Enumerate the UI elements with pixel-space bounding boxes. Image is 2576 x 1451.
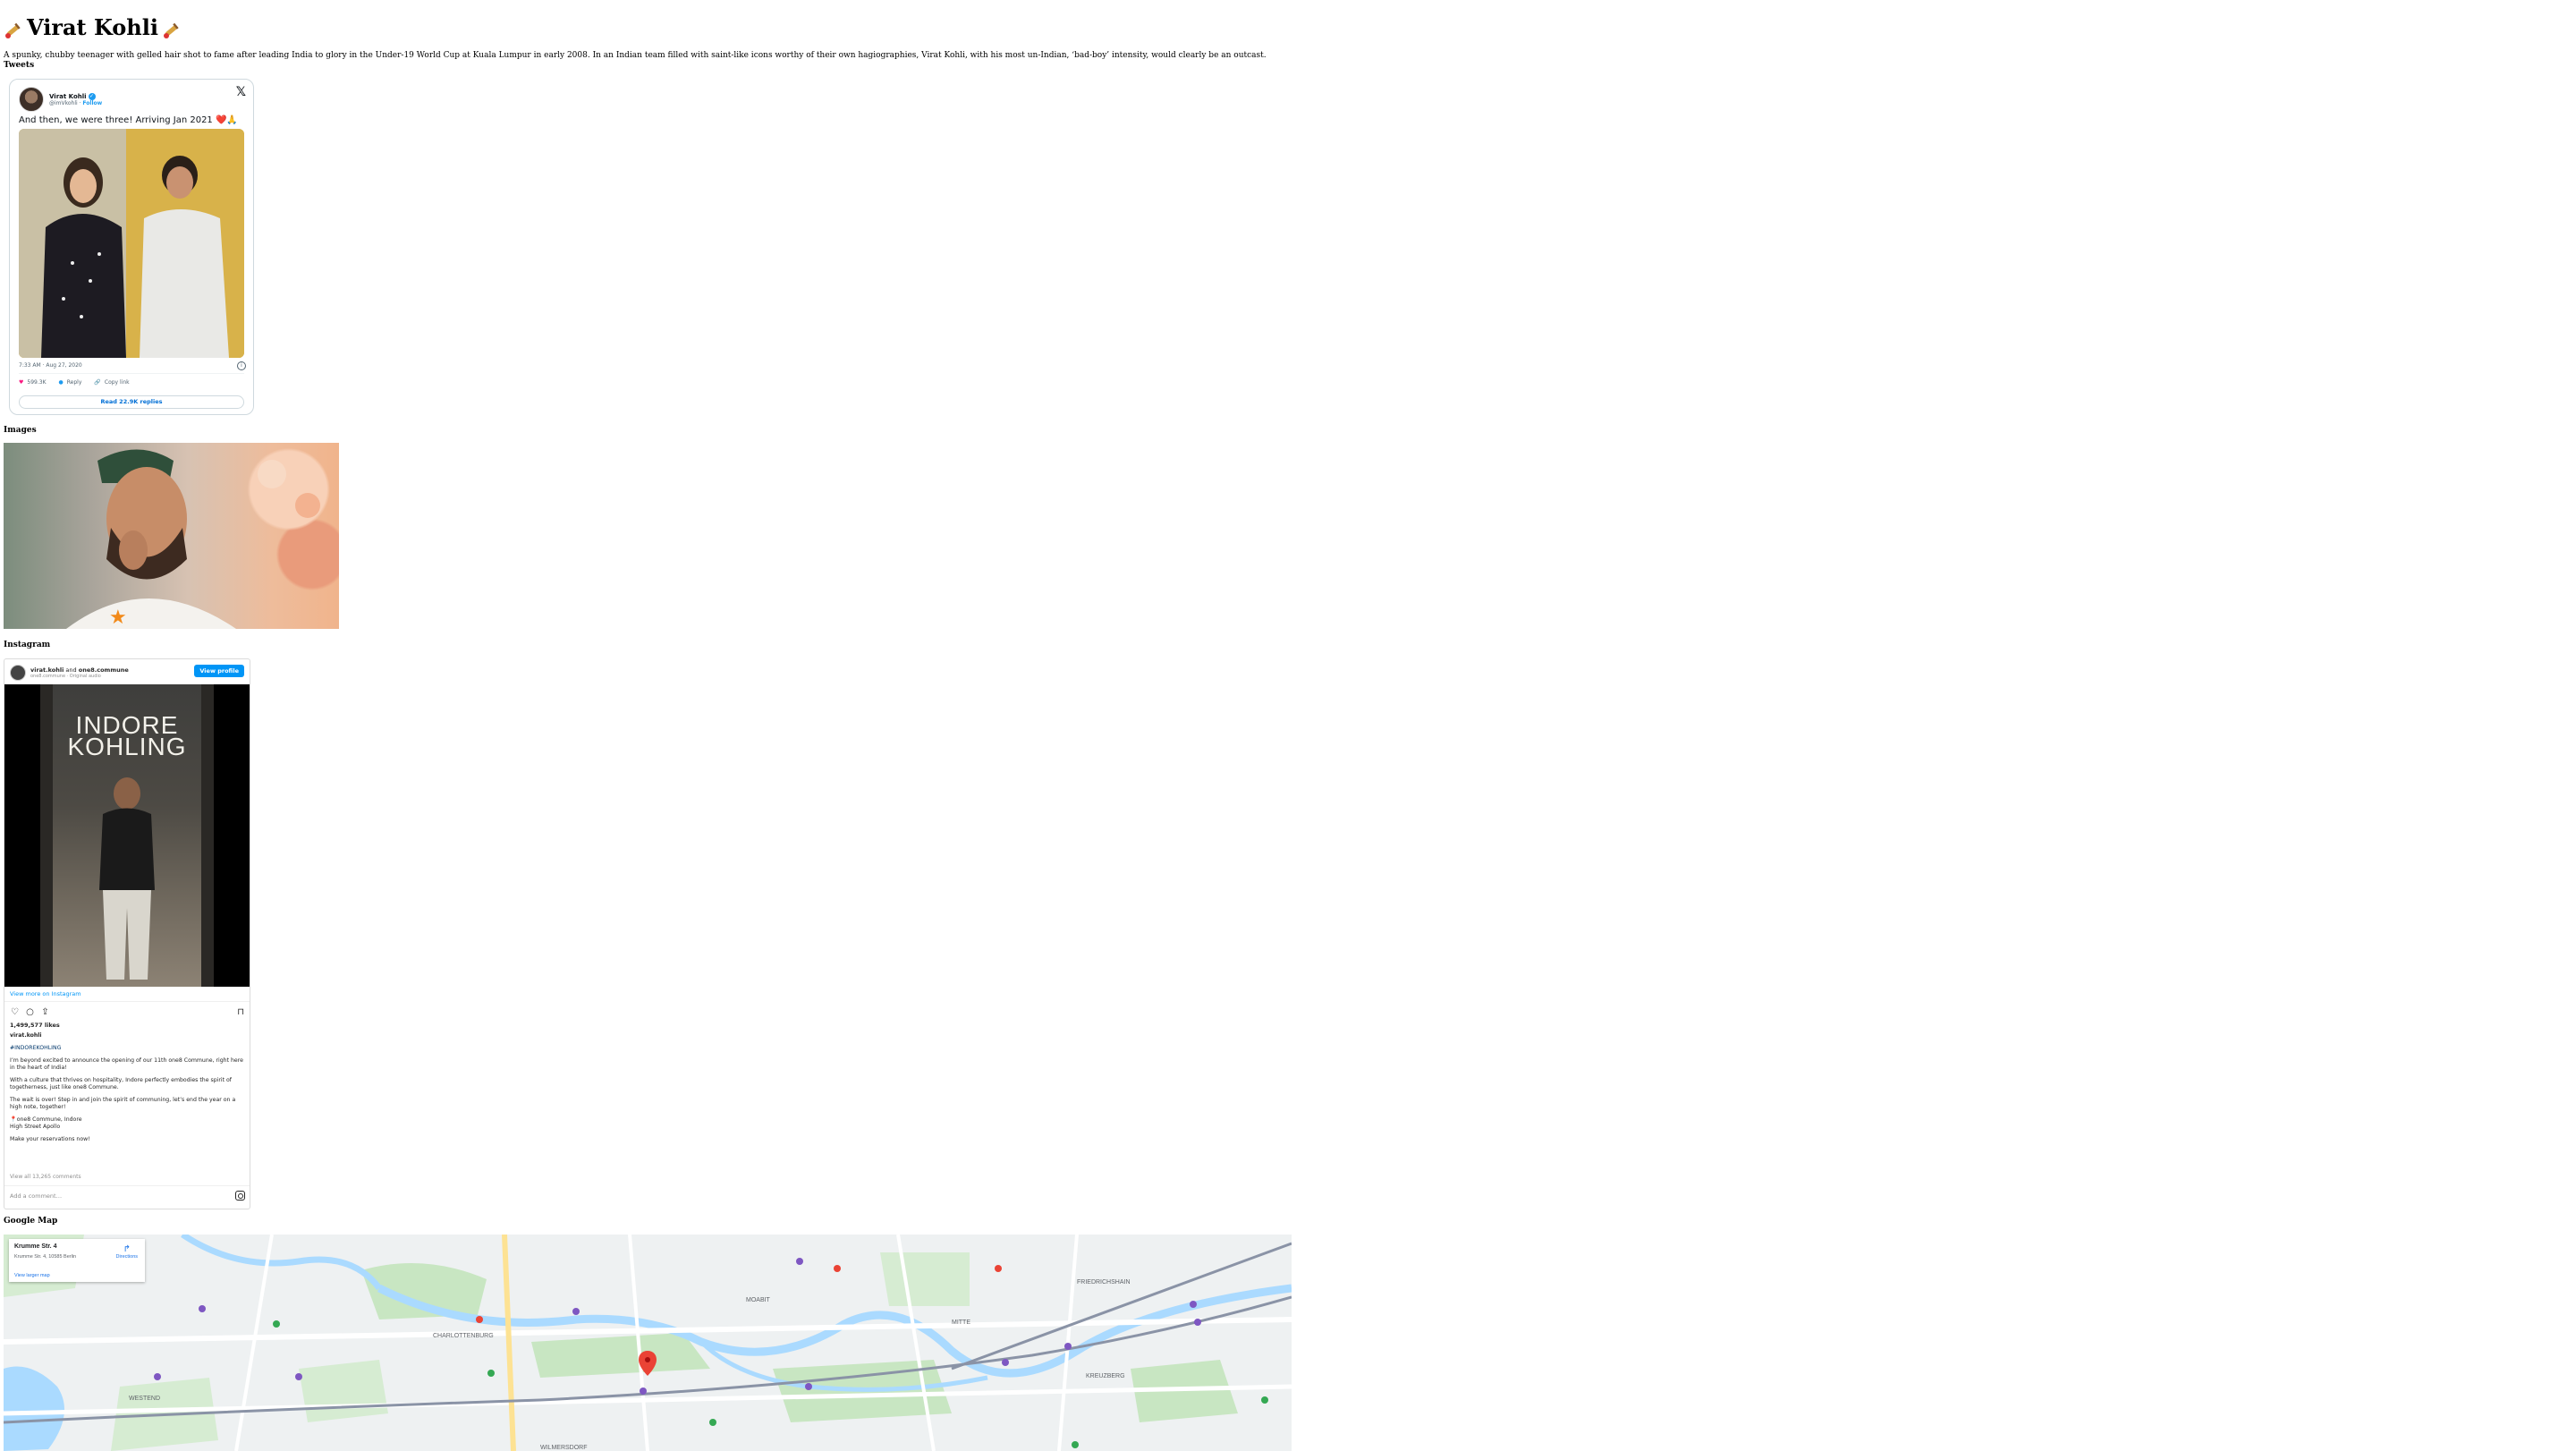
- like-count[interactable]: 1,499,577 likes: [10, 1022, 60, 1029]
- location-line: High Street Apollo: [10, 1124, 61, 1130]
- tweet-author[interactable]: Virat Kohli ✓: [49, 92, 102, 100]
- instagram-embed: virat.kohli and one8.commune one8.commun…: [4, 658, 250, 1209]
- map-label: MOABIT: [746, 1297, 771, 1303]
- comment-icon[interactable]: ○: [25, 1007, 35, 1017]
- tweet-text: And then, we were three! Arriving Jan 20…: [19, 115, 238, 125]
- instagram-subtitle: one8.commune · Original audio: [30, 674, 101, 679]
- hashtag[interactable]: #INDOREKOHLING: [10, 1045, 244, 1052]
- tweet-header: Virat Kohli ✓ @imVkohli · Follow: [19, 87, 102, 112]
- section-heading-map: Google Map: [4, 1217, 58, 1226]
- like-count: 599.3K: [27, 379, 47, 386]
- directions-icon: ↱: [123, 1244, 131, 1254]
- bookmark-icon[interactable]: ⊓: [237, 1007, 244, 1017]
- caption-paragraph: I’m beyond excited to announce the openi…: [10, 1057, 243, 1071]
- copy-link-button[interactable]: 🔗 Copy link: [94, 379, 129, 386]
- instagram-actions: ♡ ○ ⇪: [10, 1007, 50, 1017]
- google-map[interactable]: FRIEDRICHSHAIN MITTE CHARLOTTENBURG WILM…: [4, 1235, 1292, 1451]
- view-larger-map-link[interactable]: View larger map: [14, 1273, 50, 1278]
- instagram-caption: virat.kohli #INDOREKOHLING I’m beyond ex…: [10, 1032, 244, 1149]
- page-title: Virat Kohli: [4, 13, 2576, 43]
- directions-button[interactable]: ↱ Directions: [116, 1245, 138, 1260]
- page-title-text: Virat Kohli: [27, 14, 158, 40]
- intro-paragraph: A spunky, chubby teenager with gelled ha…: [4, 51, 1267, 60]
- svg-text:★: ★: [109, 606, 127, 628]
- add-comment-input[interactable]: Add a comment…: [10, 1192, 62, 1200]
- location-line: 📍one8 Commune, Indore: [10, 1116, 82, 1123]
- map-place-card: Krumme Str. 4 Krumme Str. 4, 10585 Berli…: [9, 1239, 145, 1282]
- divider: [4, 1185, 250, 1186]
- reply-icon: ●: [58, 379, 64, 386]
- tweet-handle-line: @imVkohli · Follow: [49, 99, 103, 106]
- reply-button[interactable]: ● Reply: [59, 379, 82, 386]
- kohli-photo: ★: [4, 443, 339, 629]
- section-heading-images: Images: [4, 426, 37, 435]
- instagram-username[interactable]: virat.kohli: [30, 666, 64, 674]
- avatar[interactable]: [10, 665, 26, 681]
- cricket-bat-icon: [162, 18, 182, 38]
- map-canvas[interactable]: FRIEDRICHSHAIN MITTE CHARLOTTENBURG WILM…: [4, 1235, 1292, 1451]
- tweet-author-name[interactable]: Virat Kohli: [49, 93, 87, 100]
- verified-badge-icon: ✓: [88, 92, 96, 100]
- heart-icon: ♥: [19, 379, 24, 386]
- caption-paragraph: Make your reservations now!: [10, 1136, 90, 1142]
- map-label: FRIEDRICHSHAIN: [1077, 1279, 1131, 1286]
- map-label: WESTEND: [129, 1396, 160, 1402]
- map-label: KREUZBERG: [1086, 1373, 1125, 1379]
- caption-paragraph: The wait is over! Step in and join the s…: [10, 1097, 236, 1110]
- divider: [19, 373, 244, 374]
- instagram-collab[interactable]: one8.commune: [79, 666, 129, 674]
- view-all-comments-link[interactable]: View all 13,265 comments: [10, 1174, 81, 1180]
- section-heading-tweets: Tweets: [4, 61, 35, 70]
- heart-icon[interactable]: ♡: [10, 1007, 20, 1017]
- instagram-header: virat.kohli and one8.commune one8.commun…: [10, 665, 129, 681]
- x-logo-icon[interactable]: 𝕏: [236, 85, 246, 99]
- tweet-timestamp[interactable]: 7:33 AM · Aug 27, 2020: [19, 362, 82, 369]
- follow-link[interactable]: Follow: [82, 100, 102, 106]
- avatar[interactable]: [19, 87, 44, 112]
- section-heading-instagram: Instagram: [4, 641, 51, 649]
- caption-paragraph: 📍one8 Commune, Indore High Street Apollo: [10, 1116, 244, 1131]
- read-replies-button[interactable]: Read 22.9K replies: [19, 395, 244, 409]
- caption-paragraph: With a culture that thrives on hospitali…: [10, 1077, 232, 1090]
- tweet-handle[interactable]: @imVkohli: [49, 100, 78, 106]
- tweet-card[interactable]: Virat Kohli ✓ @imVkohli · Follow 𝕏 And t…: [9, 79, 254, 415]
- map-label: CHARLOTTENBURG: [433, 1333, 494, 1339]
- tweet-photo[interactable]: [19, 129, 244, 358]
- instagram-logo-icon[interactable]: [235, 1191, 245, 1201]
- copy-link-label: Copy link: [104, 379, 130, 386]
- view-more-link[interactable]: View more on Instagram: [10, 990, 81, 997]
- instagram-users[interactable]: virat.kohli and one8.commune: [30, 666, 129, 674]
- divider: [4, 1001, 250, 1002]
- link-icon: 🔗: [94, 379, 101, 386]
- video-frame: INDORE KOHLING: [40, 684, 214, 987]
- tweet-actions: ♥ 599.3K ● Reply 🔗 Copy link: [19, 379, 130, 386]
- caption-username[interactable]: virat.kohli: [10, 1032, 244, 1039]
- info-icon[interactable]: i: [237, 361, 246, 370]
- share-icon[interactable]: ⇪: [40, 1007, 50, 1017]
- place-name: Krumme Str. 4: [14, 1243, 57, 1250]
- instagram-media[interactable]: INDORE KOHLING: [4, 684, 250, 987]
- map-label: MITTE: [952, 1319, 970, 1326]
- cricket-bat-icon: [4, 18, 23, 38]
- view-profile-button[interactable]: View profile: [194, 665, 244, 677]
- like-button[interactable]: ♥ 599.3K: [19, 379, 47, 386]
- map-label: WILMERSDORF: [540, 1445, 588, 1451]
- place-address: Krumme Str. 4, 10585 Berlin: [14, 1254, 77, 1260]
- and-text: and: [65, 666, 77, 674]
- directions-label: Directions: [115, 1254, 138, 1260]
- reply-label: Reply: [66, 379, 82, 386]
- page: Virat Kohli A spunky, chubby teenager wi…: [4, 0, 2576, 1451]
